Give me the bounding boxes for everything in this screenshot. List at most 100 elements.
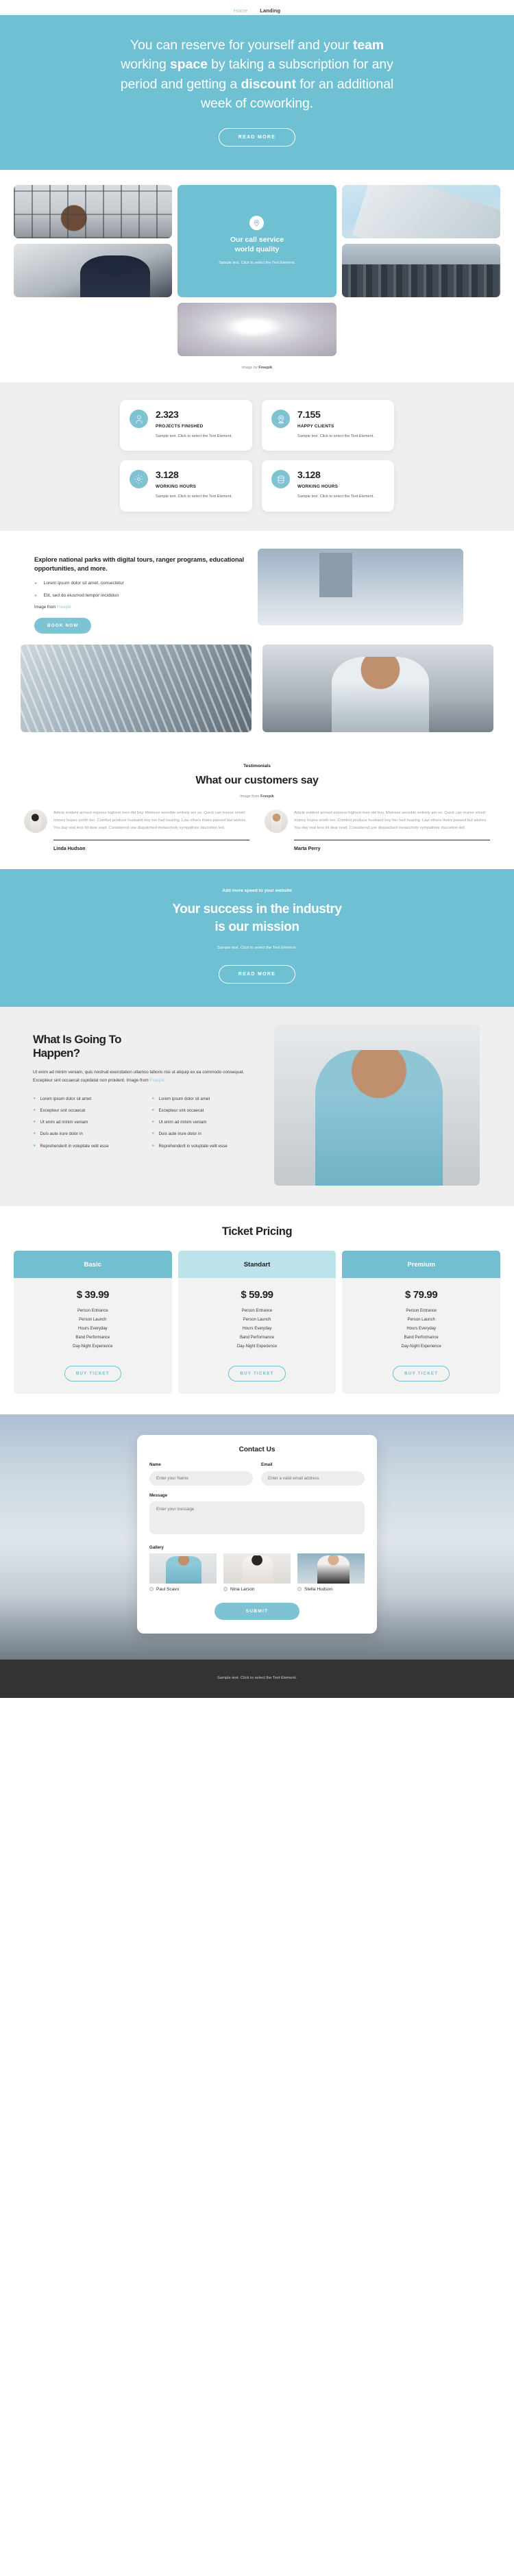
foggy-city-photo bbox=[258, 548, 463, 625]
database-icon bbox=[271, 470, 290, 489]
stat-card: 3.128 WORKING HOURS Sample text. Click t… bbox=[120, 460, 252, 512]
happen-feature-columns: ► Lorem ipsum dolor sit amet ► Excepteur s… bbox=[33, 1096, 260, 1155]
hero-line4: week of coworking. bbox=[200, 95, 314, 111]
explore-section: Explore national parks with digital tour… bbox=[0, 530, 514, 749]
hero-line3-c: for an additional bbox=[295, 76, 394, 92]
gallery-option-label: Nina Larson bbox=[230, 1586, 255, 1592]
gallery-section: Our call service world quality Sample te… bbox=[0, 170, 514, 383]
list-item: Hours Everyday bbox=[77, 1326, 108, 1331]
buy-ticket-button[interactable]: BUY TICKET bbox=[228, 1365, 286, 1381]
list-item: ► Excepteur sint occaecat bbox=[33, 1108, 142, 1114]
radio-icon[interactable] bbox=[223, 1587, 228, 1592]
person-icon bbox=[130, 410, 148, 429]
gallery-credit: Image by Freepik bbox=[0, 366, 514, 370]
testimonials-credit: Image from Freepik bbox=[0, 795, 514, 799]
gallery-picker: Paul Scavo Nina Larson Stella Hudson bbox=[149, 1553, 365, 1592]
gallery-option-nina[interactable]: Nina Larson bbox=[223, 1553, 291, 1592]
pricing-card-basic: Basic $ 39.99 Person Entrance Person Lau… bbox=[14, 1250, 172, 1394]
gallery-option-paul[interactable]: Paul Scavo bbox=[149, 1553, 217, 1592]
list-item: Day-Night Experience bbox=[73, 1344, 113, 1349]
pricing-title: Ticket Pricing bbox=[221, 1225, 293, 1238]
explore-bottom-row bbox=[21, 645, 493, 733]
contact-form-card: Contact Us Name Email Message Gallery bbox=[137, 1434, 377, 1634]
buy-ticket-button[interactable]: BUY TICKET bbox=[393, 1365, 450, 1381]
gallery-label: Gallery bbox=[149, 1545, 164, 1550]
plan-features: Person Entrance Person Launch Hours Ever… bbox=[178, 1309, 336, 1363]
testimonials-grid: Article evident arrived express highest … bbox=[24, 810, 490, 851]
feature-text: Excepteur sint occaecat bbox=[158, 1108, 204, 1113]
list-item: Person Entrance bbox=[241, 1308, 273, 1313]
pricing-grid: Basic $ 39.99 Person Entrance Person Lau… bbox=[14, 1250, 500, 1394]
mission-section: Add more speed to your website Your succ… bbox=[0, 869, 514, 1007]
feature-text: Ut enim ad minim veniam bbox=[158, 1120, 207, 1125]
list-item: Band Performance bbox=[239, 1335, 274, 1340]
hero-line2-c: by taking a subscription for any bbox=[207, 57, 393, 73]
call-service-title-line1: Our call service bbox=[230, 236, 284, 245]
list-item: ► Lorem ipsum dolor sit amet bbox=[33, 1096, 142, 1102]
explore-credit-link[interactable]: Freepik bbox=[57, 605, 71, 610]
list-item: ► Ut enim ad minim veniam bbox=[151, 1119, 260, 1125]
gallery-option-caption: Stella Hudson bbox=[297, 1587, 365, 1592]
nav-item-landing[interactable]: Landing bbox=[260, 8, 280, 14]
list-item: ► Lorem ipsum dolor sit amet bbox=[151, 1096, 260, 1102]
message-textarea[interactable] bbox=[149, 1501, 365, 1534]
gallery-option-label: Paul Scavo bbox=[156, 1586, 180, 1592]
triangle-bullet-icon: ► bbox=[151, 1143, 156, 1148]
happen-credit-link[interactable]: Freepik bbox=[150, 1078, 164, 1083]
testimonials-kicker: Testimonials bbox=[243, 764, 271, 769]
hero-section: You can reserve for yourself and your te… bbox=[0, 15, 514, 171]
book-now-button[interactable]: BOOK NOW bbox=[34, 618, 92, 634]
list-item: Day-Night Experience bbox=[236, 1344, 278, 1349]
explore-bullet-list: ► Lorem ipsum dolor sit amet, consectetur… bbox=[34, 581, 247, 599]
stat-label: HAPPY CLIENTS bbox=[297, 424, 334, 429]
stat-number: 3.128 bbox=[297, 469, 321, 481]
triangle-bullet-icon: ► bbox=[34, 582, 38, 586]
radio-icon[interactable] bbox=[297, 1587, 302, 1592]
testimonial-body: Article evident arrived express highest … bbox=[53, 810, 249, 851]
paul-scavo-photo bbox=[149, 1553, 217, 1584]
radio-icon[interactable] bbox=[149, 1587, 154, 1592]
submit-button[interactable]: SUBMIT bbox=[214, 1602, 300, 1620]
explore-top-row: Explore national parks with digital tour… bbox=[21, 548, 493, 634]
footer-text: Sample text. Click to select the Text El… bbox=[217, 1675, 297, 1680]
testimonials-credit-source: Freepik bbox=[260, 795, 274, 799]
mission-title: Your success in the industry is our miss… bbox=[0, 901, 514, 936]
explore-text-block: Explore national parks with digital tour… bbox=[21, 549, 247, 634]
buy-ticket-button[interactable]: BUY TICKET bbox=[64, 1365, 121, 1381]
triangle-bullet-icon: ► bbox=[33, 1120, 37, 1125]
email-input[interactable] bbox=[261, 1471, 365, 1486]
stat-label: WORKING HOURS bbox=[297, 484, 339, 490]
list-item: ► Duis aute irure dolor in bbox=[151, 1131, 260, 1137]
avatar bbox=[265, 810, 288, 834]
feature-text: Reprehenderit in voluptate velit esse bbox=[158, 1143, 228, 1149]
gallery-option-caption: Nina Larson bbox=[223, 1587, 291, 1592]
smiling-woman-photo bbox=[14, 185, 173, 239]
mission-read-more-button[interactable]: READ MORE bbox=[218, 964, 296, 984]
hero-read-more-button[interactable]: READ MORE bbox=[218, 128, 296, 147]
list-item: Person Launch bbox=[407, 1317, 435, 1322]
nav-item-home[interactable]: Home bbox=[234, 8, 247, 14]
mission-subtitle: Sample text. Click to select the Text El… bbox=[217, 945, 297, 950]
gallery-credit-source: Freepik bbox=[258, 366, 273, 371]
triangle-bullet-icon: ► bbox=[33, 1108, 37, 1112]
list-item: Band Performance bbox=[404, 1335, 439, 1340]
hero-line3-a: period and getting a bbox=[120, 76, 241, 92]
gallery-option-stella[interactable]: Stella Hudson bbox=[297, 1553, 365, 1592]
mission-title-line2: is our mission bbox=[215, 920, 299, 935]
happen-features-right: ► Lorem ipsum dolor sit amet ► Excepteur s… bbox=[151, 1096, 260, 1155]
explore-bullet-text: Lorem ipsum dolor sit amet, consectetur bbox=[43, 581, 124, 586]
hero-line1-a: You can reserve for yourself and your bbox=[130, 38, 353, 53]
call-service-text: Sample text. Click to select the Text El… bbox=[219, 260, 295, 265]
name-input[interactable] bbox=[149, 1471, 253, 1486]
happen-title-line2: Happen? bbox=[33, 1047, 80, 1060]
mission-kicker: Add more speed to your website bbox=[222, 888, 292, 894]
location-pin-icon bbox=[271, 410, 290, 429]
list-item: ► Elit, sed do eiusmod tempor incididun bbox=[34, 593, 247, 599]
triangle-bullet-icon: ► bbox=[33, 1096, 37, 1101]
testimonial-quote: Article evident arrived express highest … bbox=[294, 811, 487, 830]
message-field-group: Message bbox=[149, 1493, 365, 1538]
plan-price: $ 79.99 bbox=[405, 1288, 438, 1301]
triangle-bullet-icon: ► bbox=[151, 1120, 156, 1125]
city-skyscrapers-photo bbox=[341, 244, 500, 298]
gallery-grid: Our call service world quality Sample te… bbox=[14, 185, 500, 357]
